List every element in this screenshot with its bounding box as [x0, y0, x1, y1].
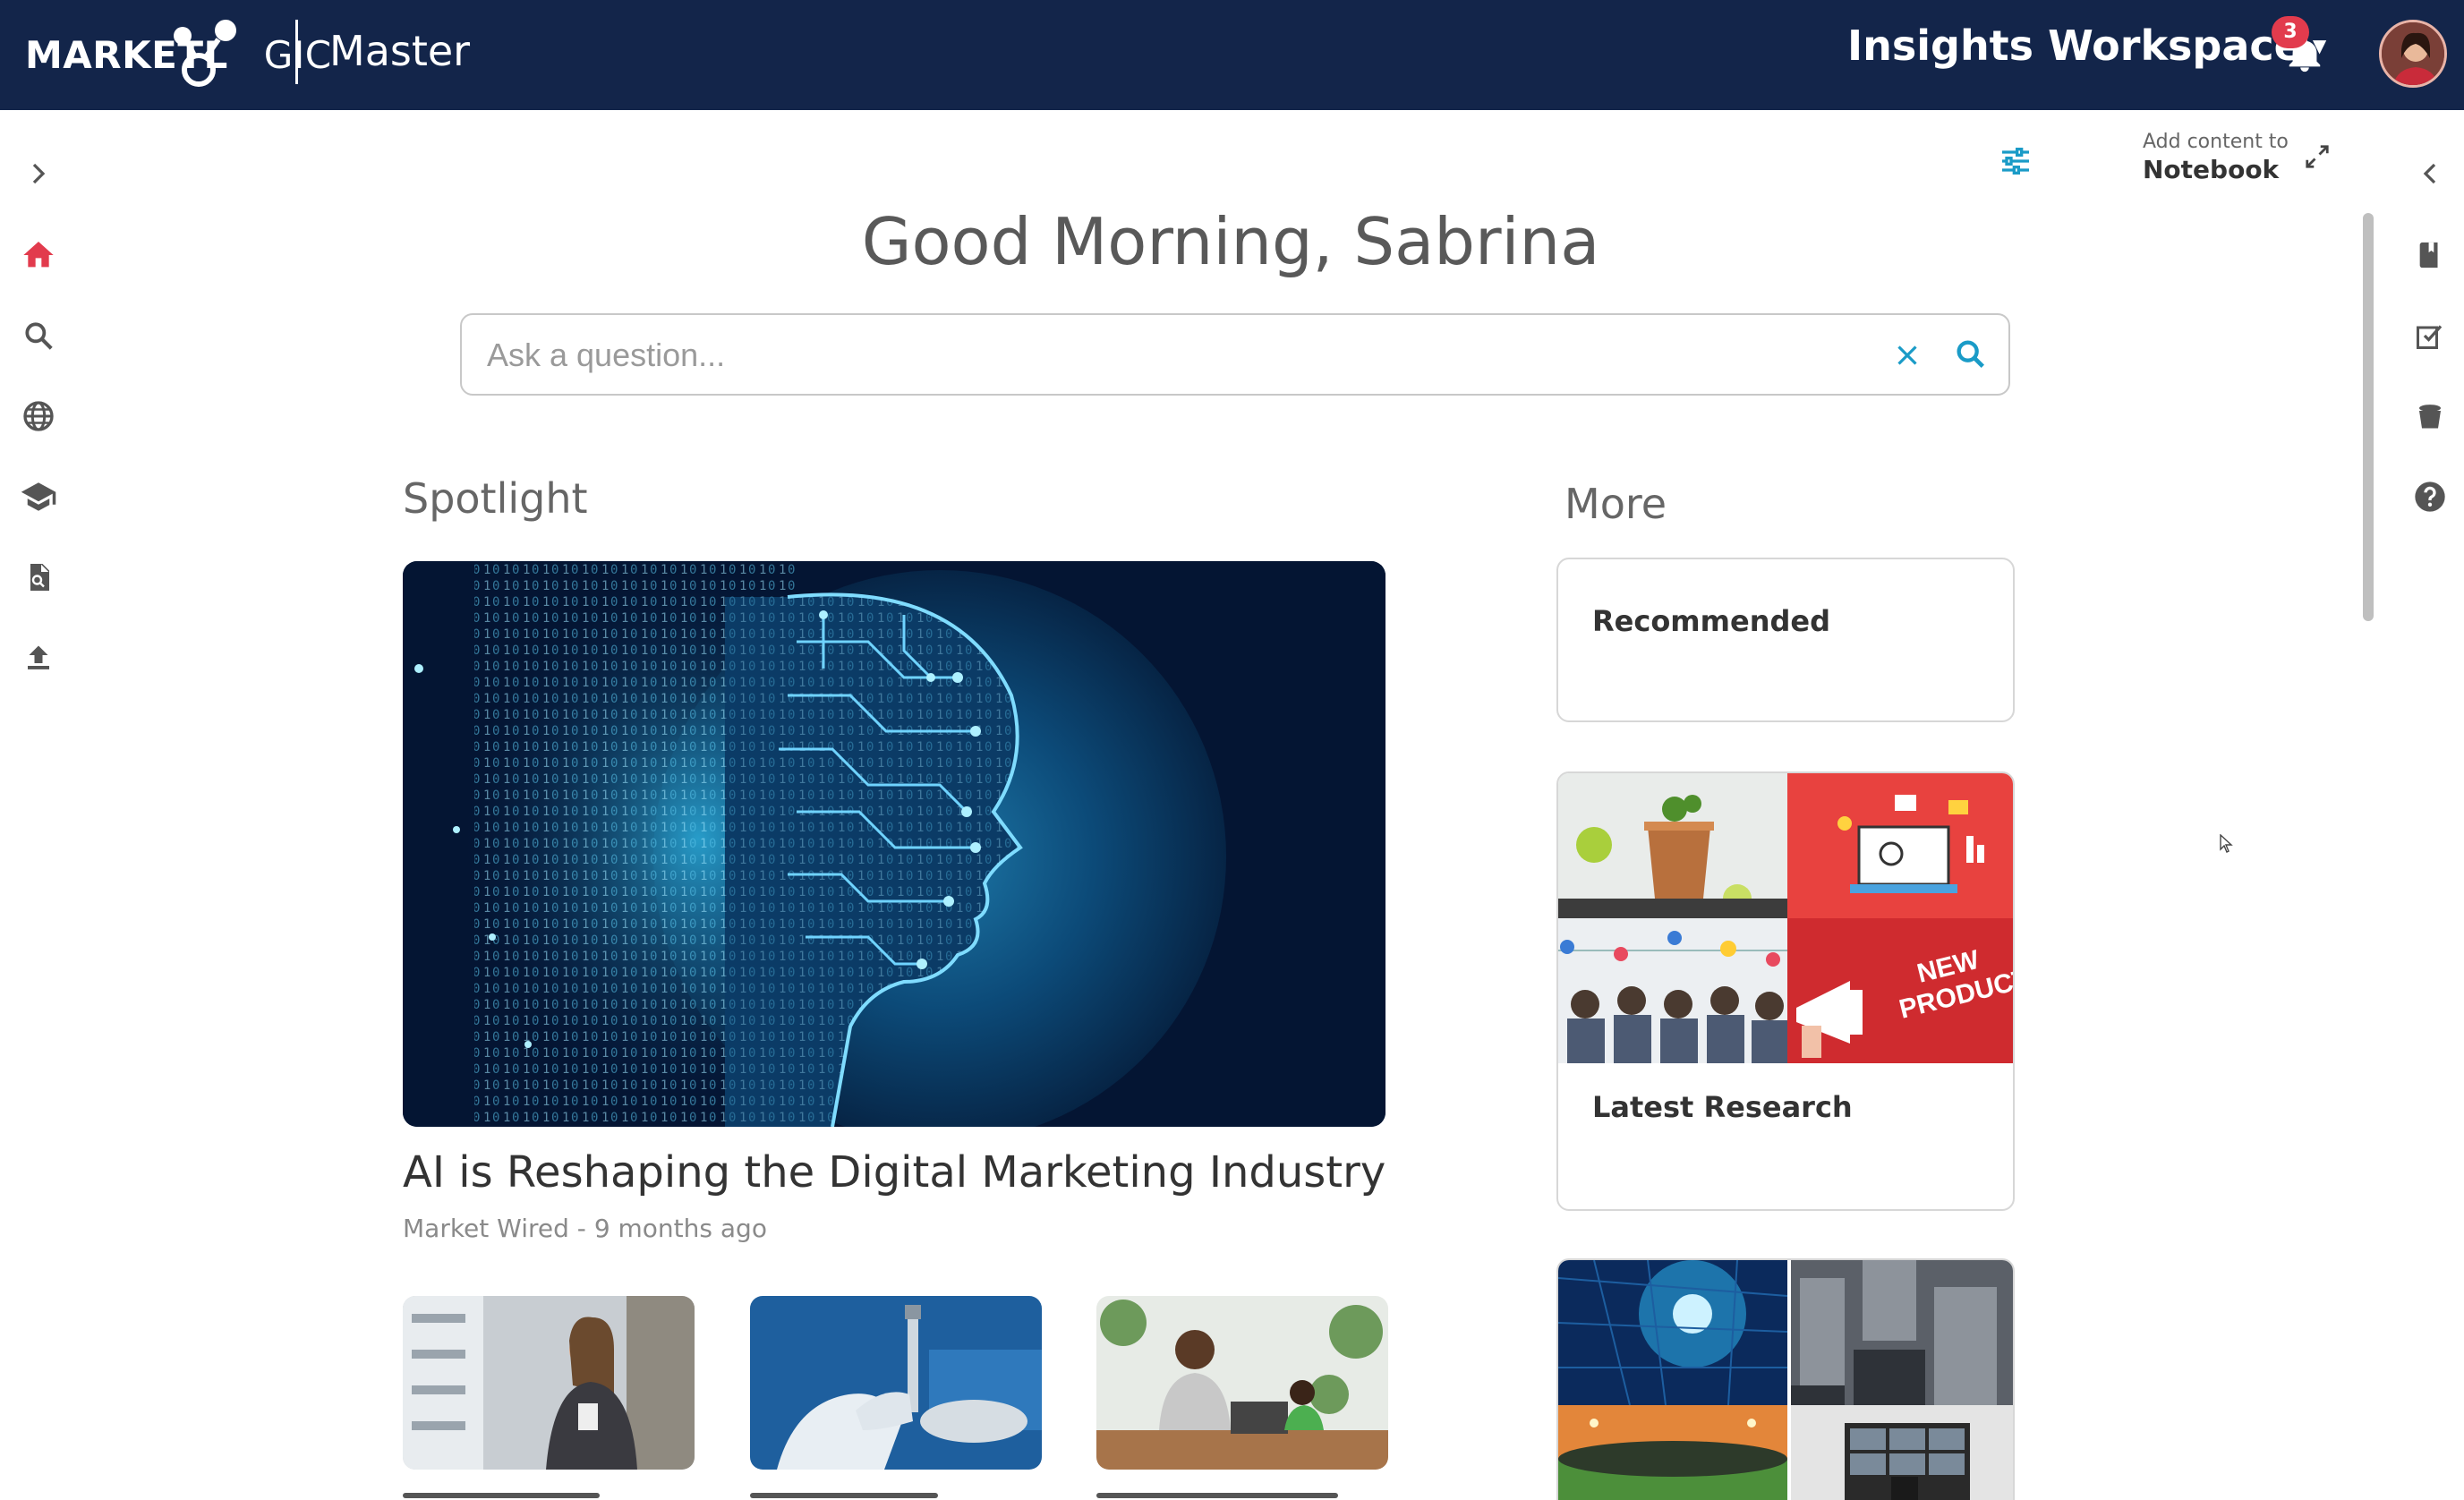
- mouse-cursor-icon: [2220, 834, 2233, 853]
- avatar-image: [2382, 22, 2444, 85]
- latest-research-mosaic: NEW PRODUCT: [1558, 773, 2013, 1063]
- report-document-icon: [30, 564, 49, 591]
- latest-research-card[interactable]: NEW PRODUCT Latest Research: [1556, 771, 2015, 1211]
- upload-icon: [28, 645, 49, 669]
- marketlogic-logo[interactable]: MARKETLGIC: [25, 14, 332, 95]
- expand-icon[interactable]: [2304, 143, 2331, 170]
- nav-reports[interactable]: [16, 555, 61, 600]
- filter-settings-icon[interactable]: [1998, 143, 2033, 179]
- workspace-selector[interactable]: Insights Workspace ▼: [1847, 21, 2326, 70]
- mosaic-tile-drink: [1558, 773, 1787, 918]
- recommended-card[interactable]: Recommended: [1556, 558, 2015, 722]
- more-card-3-mosaic: [1558, 1260, 2013, 1500]
- help-tool[interactable]: [2408, 474, 2452, 519]
- mosaic-tile-new-product: NEW PRODUCT: [1787, 918, 2013, 1063]
- mosaic-tile-marketing: [1787, 773, 2013, 918]
- mosaic-tile-video-call: [1791, 1405, 2013, 1500]
- thumb-1-caption-cut: [403, 1487, 695, 1500]
- notification-badge: 3: [2272, 16, 2309, 48]
- search-icon: [25, 322, 53, 350]
- lab-vaccine-image: [750, 1296, 1042, 1470]
- right-tool-rail: [2399, 110, 2464, 1500]
- spotlight-thumb-1[interactable]: [403, 1296, 695, 1470]
- user-avatar[interactable]: [2379, 20, 2447, 88]
- spotlight-thumb-3[interactable]: [1096, 1296, 1388, 1470]
- shopping-woman-image: [403, 1296, 695, 1470]
- greeting-title: Good Morning, Sabrina: [861, 204, 1600, 279]
- left-nav-rail: [0, 110, 81, 1500]
- workspace-label: Insights Workspace: [1847, 21, 2302, 70]
- spotlight-source: Market Wired: [403, 1214, 569, 1243]
- nav-globe[interactable]: [16, 394, 61, 439]
- spotlight-title[interactable]: AI is Reshaping the Digital Marketing In…: [403, 1147, 1385, 1197]
- nav-home[interactable]: [16, 233, 61, 277]
- mosaic-tile-tech-tunnel: [1558, 1260, 1787, 1405]
- remote-work-image: [1096, 1296, 1388, 1470]
- spotlight-thumb-2[interactable]: [750, 1296, 1042, 1470]
- question-input[interactable]: [487, 331, 1829, 379]
- sub-brand-label: Master: [329, 27, 471, 75]
- tasks-tool[interactable]: [2408, 313, 2452, 358]
- page-scrollbar[interactable]: [2363, 213, 2374, 621]
- archive-tool[interactable]: [2408, 394, 2452, 439]
- help-icon: [2415, 482, 2445, 512]
- graduation-cap-icon: [21, 482, 56, 511]
- more-card-3[interactable]: [1556, 1258, 2015, 1500]
- spotlight-hero-image[interactable]: 1 0: [403, 561, 1385, 1127]
- thumb-3-caption-cut: [1096, 1487, 1388, 1500]
- nav-search[interactable]: [16, 313, 61, 358]
- notebook-tool[interactable]: [2408, 233, 2452, 277]
- checklist-icon: [2417, 325, 2443, 349]
- collapse-panel-button[interactable]: [2408, 151, 2452, 196]
- logo-divider: [295, 20, 298, 84]
- more-heading: More: [1565, 480, 1667, 528]
- home-icon: [23, 242, 54, 268]
- question-search-box[interactable]: [460, 313, 2010, 396]
- top-bar: MARKETLGIC Master Insights Workspace ▼ 3: [0, 0, 2464, 110]
- nav-upload[interactable]: [16, 635, 61, 680]
- mosaic-tile-city: [1791, 1260, 2013, 1405]
- latest-research-card-title: Latest Research: [1592, 1090, 1853, 1124]
- globe-icon: [23, 401, 54, 431]
- notebook-prefix: Add content to: [2143, 131, 2289, 153]
- spotlight-age: 9 months ago: [593, 1214, 767, 1243]
- notebook-target[interactable]: Add content to Notebook: [2143, 131, 2289, 184]
- clear-search-icon[interactable]: [1890, 338, 1924, 372]
- meta-separator: -: [568, 1214, 594, 1243]
- mosaic-tile-people-social: [1558, 918, 1787, 1063]
- chevron-right-icon: [32, 163, 46, 184]
- expand-nav-button[interactable]: [16, 151, 61, 196]
- spotlight-heading: Spotlight: [403, 474, 588, 523]
- recommended-card-title: Recommended: [1592, 604, 1830, 638]
- chevron-left-icon: [2423, 163, 2436, 184]
- spotlight-meta: Market Wired - 9 months ago: [403, 1214, 767, 1243]
- nav-learning[interactable]: [16, 474, 61, 519]
- logo-mark-icon: [174, 20, 236, 87]
- notebook-icon: [2419, 242, 2438, 268]
- bucket-icon: [2419, 405, 2441, 429]
- ai-head-illustration: 1 0: [403, 561, 1385, 1127]
- mosaic-tile-stadium: [1558, 1405, 1787, 1500]
- thumb-2-caption-cut: [750, 1487, 1042, 1500]
- search-submit-icon[interactable]: [1953, 337, 1989, 372]
- notebook-name: Notebook: [2143, 155, 2280, 184]
